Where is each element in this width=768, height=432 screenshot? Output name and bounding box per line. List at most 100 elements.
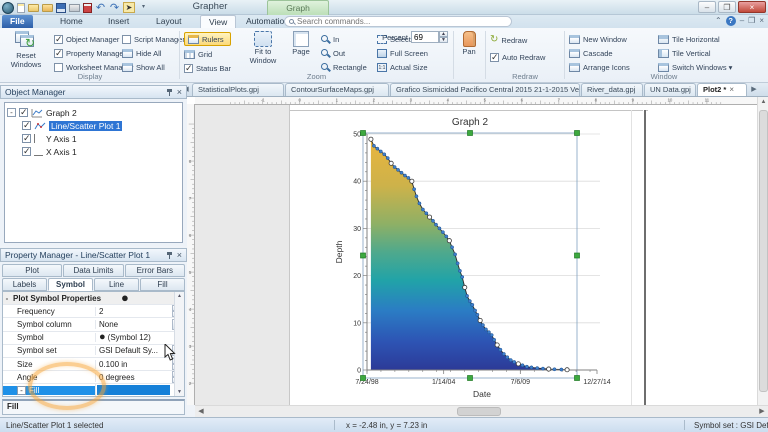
- open-document-icon[interactable]: [28, 4, 39, 12]
- plot-canvas[interactable]: 010203040507/24/981/14/047/6/0912/27/14G…: [195, 105, 757, 405]
- property-row-symbol-column[interactable]: Symbol column None ▼: [3, 318, 184, 331]
- checkbox-icon[interactable]: [54, 63, 63, 72]
- minimize-button[interactable]: –: [698, 1, 716, 13]
- command-search-box[interactable]: [284, 16, 512, 27]
- new-window-button[interactable]: New Window: [569, 32, 630, 46]
- scroll-right-icon[interactable]: ▶: [756, 406, 768, 417]
- collapse-expander-icon[interactable]: -: [7, 108, 16, 117]
- close-panel-icon[interactable]: ×: [177, 88, 182, 96]
- vertical-scroll-thumb[interactable]: [759, 110, 768, 392]
- visibility-checkbox[interactable]: [19, 108, 28, 117]
- doc-minimize-icon[interactable]: –: [740, 16, 744, 26]
- print-icon[interactable]: [69, 4, 80, 12]
- property-row-frequency[interactable]: Frequency 2 ▲▼: [3, 305, 184, 318]
- pan-button[interactable]: Pan: [456, 31, 482, 77]
- tab-line[interactable]: Line: [94, 278, 139, 291]
- restore-button[interactable]: ❐: [718, 1, 736, 13]
- visibility-checkbox[interactable]: [22, 121, 31, 130]
- doc-tab[interactable]: ContourSurfaceMaps.gpj: [285, 83, 389, 96]
- doc-tab-active[interactable]: Plot2 * ×: [697, 83, 747, 96]
- category-row-plot-symbol-properties[interactable]: - Plot Symbol Properties ●: [3, 292, 184, 305]
- property-row-fill-selected[interactable]: -Fill: [3, 384, 184, 397]
- script-manager-toggle[interactable]: Script Manager: [122, 32, 185, 46]
- tree-item-y-axis[interactable]: Y Axis 1: [7, 132, 180, 145]
- vertical-scrollbar[interactable]: ▲: [757, 97, 768, 405]
- checkbox-checked-icon[interactable]: [54, 49, 63, 58]
- tab-view[interactable]: View: [200, 15, 236, 28]
- pointer-tool-icon[interactable]: ➤: [123, 2, 135, 13]
- paste-icon[interactable]: [83, 3, 92, 13]
- doc-tab[interactable]: Grafico Sismicidad Pacifico Central 2015…: [390, 83, 580, 96]
- close-button[interactable]: ×: [738, 1, 766, 13]
- redraw-button[interactable]: ↻ Redraw: [490, 33, 545, 47]
- doc-tab[interactable]: River_data.gpj: [581, 83, 643, 96]
- doc-close-icon[interactable]: ×: [759, 16, 764, 26]
- tab-fill[interactable]: Fill: [140, 278, 185, 291]
- tile-vertical-button[interactable]: Tile Vertical: [658, 46, 732, 60]
- rulers-toggle-button[interactable]: Rulers: [184, 32, 231, 46]
- percent-spinner[interactable]: ▲▼: [439, 31, 448, 43]
- horizontal-scrollbar[interactable]: ◀ ▶: [195, 405, 768, 417]
- full-screen-button[interactable]: Full Screen: [377, 46, 428, 60]
- save-icon[interactable]: [56, 3, 66, 13]
- tab-symbol[interactable]: Symbol: [48, 278, 93, 291]
- tab-file[interactable]: File: [2, 15, 33, 28]
- fill-color-swatch[interactable]: [97, 385, 170, 395]
- tree-item-line-scatter-plot[interactable]: Line/Scatter Plot 1: [7, 119, 180, 132]
- property-manager-titlebar[interactable]: Property Manager - Line/Scatter Plot 1 ×: [0, 248, 187, 262]
- checkbox-checked-icon[interactable]: [54, 35, 63, 44]
- app-menu-orb-icon[interactable]: [2, 2, 14, 14]
- qat-customize-icon[interactable]: ▾: [138, 2, 149, 13]
- contextual-tab-group-graph[interactable]: Graph: [267, 0, 329, 15]
- scroll-up-icon[interactable]: ▲: [177, 292, 182, 300]
- property-row-angle[interactable]: Angle 0 degrees ▲▼: [3, 371, 184, 384]
- property-row-symbol-set[interactable]: Symbol set GSI Default Sy... ▼: [3, 345, 184, 358]
- reset-windows-button[interactable]: ↻ Reset Windows: [4, 31, 48, 77]
- collapse-expander-icon[interactable]: -: [3, 294, 11, 303]
- scroll-left-icon[interactable]: ◀: [195, 406, 207, 417]
- search-input[interactable]: [297, 17, 507, 26]
- checkbox-icon[interactable]: [122, 35, 131, 44]
- collapse-ribbon-icon[interactable]: ⌃: [715, 16, 722, 26]
- tab-data-limits[interactable]: Data Limits: [63, 264, 123, 277]
- help-icon[interactable]: ?: [726, 16, 736, 26]
- close-panel-icon[interactable]: ×: [177, 251, 182, 259]
- undo-icon[interactable]: ↶: [95, 2, 106, 13]
- percent-spinbox[interactable]: ▲▼: [411, 31, 448, 43]
- zoom-out-button[interactable]: Out: [321, 46, 367, 60]
- visibility-checkbox[interactable]: [22, 134, 31, 143]
- fill-expander-icon[interactable]: -: [17, 386, 26, 395]
- scroll-down-icon[interactable]: ▼: [177, 388, 182, 396]
- checkbox-checked-icon[interactable]: [490, 53, 499, 62]
- visibility-checkbox[interactable]: [22, 147, 31, 156]
- zoom-in-button[interactable]: In: [321, 32, 367, 46]
- auto-redraw-toggle[interactable]: Auto Redraw: [490, 50, 545, 64]
- spin-down-icon[interactable]: ▼: [439, 37, 448, 43]
- cascade-button[interactable]: Cascade: [569, 46, 630, 60]
- scroll-up-icon[interactable]: ▲: [758, 97, 768, 108]
- tile-horizontal-button[interactable]: Tile Horizontal: [658, 32, 732, 46]
- redo-icon[interactable]: ↷: [109, 2, 120, 13]
- percent-input[interactable]: [411, 31, 439, 43]
- tab-scroll-right-icon[interactable]: ▶: [748, 83, 760, 96]
- graph2-chart[interactable]: 010203040507/24/981/14/047/6/0912/27/14G…: [290, 110, 643, 405]
- tab-labels[interactable]: Labels: [2, 278, 47, 291]
- property-row-size[interactable]: Size 0.100 in ▲▼: [3, 358, 184, 371]
- tab-layout[interactable]: Layout: [148, 15, 190, 28]
- tab-home[interactable]: Home: [52, 15, 91, 28]
- horizontal-scroll-thumb[interactable]: [457, 407, 501, 416]
- tree-item-x-axis[interactable]: X Axis 1: [7, 145, 180, 158]
- tab-insert[interactable]: Insert: [100, 15, 137, 28]
- tab-plot[interactable]: Plot: [2, 264, 62, 277]
- pin-icon[interactable]: [169, 252, 170, 259]
- grid-toggle-button[interactable]: Grid: [184, 47, 231, 61]
- hide-all-button[interactable]: Hide All: [122, 46, 185, 60]
- doc-restore-icon[interactable]: ❐: [748, 16, 755, 26]
- doc-tab[interactable]: StatisticalPlots.gpj: [192, 83, 284, 96]
- tree-item-graph2[interactable]: - Graph 2: [7, 106, 180, 119]
- import-icon[interactable]: [42, 4, 53, 12]
- page-zoom-button[interactable]: Page: [285, 31, 317, 77]
- property-grid-scrollbar[interactable]: ▲ ▼: [174, 292, 184, 396]
- property-row-symbol[interactable]: Symbol ●(Symbol 12): [3, 332, 184, 345]
- pin-icon[interactable]: [169, 89, 170, 96]
